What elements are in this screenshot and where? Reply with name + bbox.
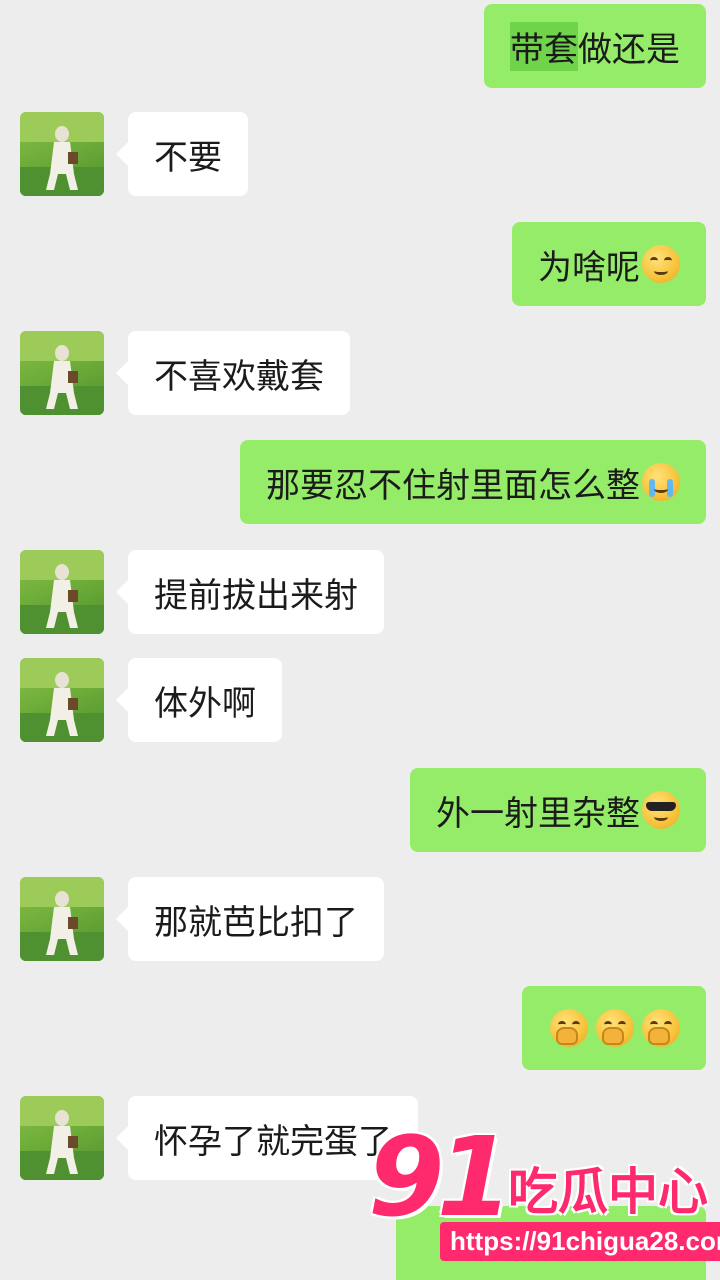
message-bubble-incoming[interactable]: 提前拔出来射 <box>116 550 384 634</box>
message-text: 体外啊 <box>154 683 256 724</box>
avatar-image <box>20 1096 104 1180</box>
watermark-logo-text: 吃瓜中心 <box>508 1163 708 1221</box>
smiling-face-emoji-icon <box>642 245 680 283</box>
avatar-image <box>20 658 104 742</box>
message-text: 为啥呢 <box>538 247 640 288</box>
avatar[interactable] <box>20 112 104 196</box>
highlighted-text: 带套 <box>510 21 578 71</box>
avatar-image <box>20 877 104 961</box>
avatar[interactable] <box>20 331 104 415</box>
message-text: 外一射里杂整 <box>436 793 640 834</box>
avatar-image <box>20 112 104 196</box>
watermark-logo-number: 91 <box>368 1113 513 1241</box>
message-text: 那要忍不住射里面怎么整 <box>266 465 640 506</box>
message-text: 不喜欢戴套 <box>154 356 324 397</box>
message-bubble-outgoing[interactable]: 为啥呢 <box>512 222 706 306</box>
message-text: 那就芭比扣了 <box>154 902 358 943</box>
watermark-url: https://91chigua28.com <box>440 1222 720 1261</box>
crying-face-emoji-icon <box>642 463 680 501</box>
avatar[interactable] <box>20 658 104 742</box>
watermark: 91 吃瓜中心 https://91chigua28.com <box>368 1113 720 1272</box>
message-text: 不要 <box>154 137 222 178</box>
message-bubble-incoming[interactable]: 体外啊 <box>116 658 282 742</box>
message-bubble-outgoing[interactable] <box>522 986 706 1070</box>
avatar[interactable] <box>20 1096 104 1180</box>
avatar[interactable] <box>20 550 104 634</box>
hand-over-mouth-emoji-icon <box>550 1009 588 1047</box>
hand-over-mouth-emoji-icon <box>596 1009 634 1047</box>
message-text: 提前拔出来射 <box>154 575 358 616</box>
message-bubble-incoming[interactable]: 那就芭比扣了 <box>116 877 384 961</box>
message-text: 怀孕了就完蛋了 <box>154 1121 392 1162</box>
sunglasses-emoji-icon <box>642 791 680 829</box>
message-bubble-outgoing[interactable]: 带套 做还是 <box>484 4 706 88</box>
hand-over-mouth-emoji-icon <box>642 1009 680 1047</box>
message-bubble-outgoing[interactable]: 外一射里杂整 <box>410 768 706 852</box>
avatar[interactable] <box>20 877 104 961</box>
message-bubble-incoming[interactable]: 不要 <box>116 112 248 196</box>
message-bubble-incoming[interactable]: 不喜欢戴套 <box>116 331 350 415</box>
message-bubble-outgoing[interactable]: 那要忍不住射里面怎么整 <box>240 440 706 524</box>
message-text: 做还是 <box>578 29 680 70</box>
avatar-image <box>20 550 104 634</box>
avatar-image <box>20 331 104 415</box>
chat-view: 带套 做还是 不要 为啥呢 不喜欢戴套 那要忍不住射里面怎么整 提前拔出来射 体… <box>0 0 720 1280</box>
